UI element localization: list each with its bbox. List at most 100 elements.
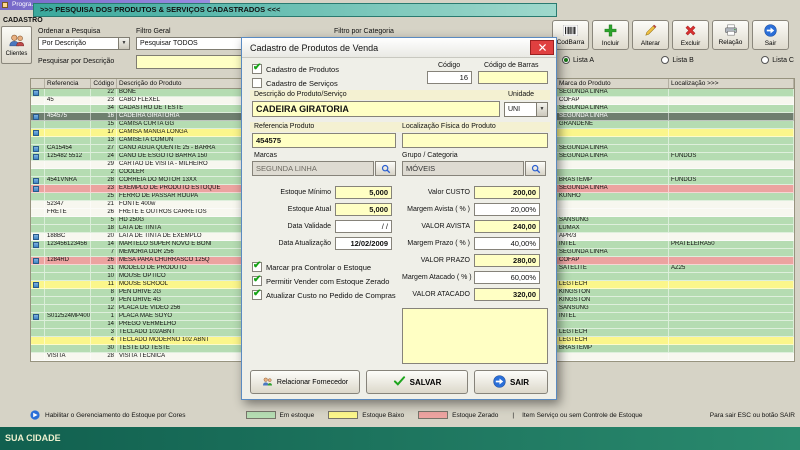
option-checkbox[interactable]: ✔ Atualizar Custo no Pedido de Compras (252, 288, 402, 302)
cell-codigo: 11 (91, 281, 117, 288)
price-value[interactable]: 40,00% (474, 237, 540, 250)
field-value[interactable]: 5,000 (335, 186, 392, 199)
codbarra-button[interactable]: CodBarra (552, 20, 589, 50)
grupo-search-button[interactable] (525, 161, 546, 176)
cell-marca: LUMAX (557, 225, 669, 232)
cell-referencia (45, 169, 91, 176)
cell-referencia (45, 121, 91, 128)
cell-codigo: 10 (91, 273, 117, 280)
checkbox-cadastro-produtos[interactable]: ✔ Cadastro de Produtos (252, 64, 339, 74)
header-codigo[interactable]: Código (91, 79, 117, 88)
product-icon (33, 186, 39, 192)
cell-codigo: 23 (91, 185, 117, 192)
alterar-button[interactable]: Alterar (632, 20, 669, 50)
cell-codigo: 30 (91, 345, 117, 352)
field-value[interactable]: 5,000 (335, 203, 392, 216)
salvar-button[interactable]: SALVAR (366, 370, 468, 394)
price-value[interactable]: 280,00 (474, 254, 540, 267)
price-value[interactable]: 60,00% (474, 271, 540, 284)
cell-codigo: 16 (91, 113, 117, 120)
relacao-button[interactable]: Relação (712, 20, 749, 50)
relacionar-fornecedor-button[interactable]: Relacionar Fornecedor (250, 370, 360, 394)
cell-codigo: 18 (91, 225, 117, 232)
cell-referencia: 454575 (45, 113, 91, 120)
cell-referencia: VISITA (45, 353, 91, 360)
product-icon (33, 258, 39, 264)
price-value[interactable]: 200,00 (474, 186, 540, 199)
localizacao-input[interactable] (402, 133, 548, 148)
grupo-input[interactable]: MÓVEIS (402, 161, 524, 176)
cell-referencia (45, 297, 91, 304)
cell-codigo: 8 (91, 289, 117, 296)
legend-bar: Habilitar o Gerenciamento do Estoque por… (30, 408, 795, 422)
header-referencia[interactable]: Referencia (45, 79, 91, 88)
cell-referencia: 52347 (45, 201, 91, 208)
cell-icon (31, 217, 45, 224)
referencia-input[interactable]: 454575 (252, 133, 396, 148)
option-label: Atualizar Custo no Pedido de Compras (266, 291, 396, 300)
categoria-label: Filtro por Categoria (334, 28, 394, 35)
cell-marca: COFAP (557, 97, 669, 104)
search-window-title: >>> PESQUISA DOS PRODUTOS & SERVIÇOS CAD… (40, 5, 280, 14)
descricao-label: Descrição do Produto/Serviço (254, 91, 347, 98)
sair-button[interactable]: Sair (752, 20, 789, 50)
cell-referencia: 188BC (45, 233, 91, 240)
cell-icon (31, 129, 45, 136)
cell-referencia: FRETE (45, 209, 91, 216)
add-icon (604, 24, 617, 39)
status-text: SUA CIDADE (5, 433, 61, 443)
cell-codigo: 24 (91, 153, 117, 160)
radio-lista-b[interactable]: Lista B (661, 56, 693, 64)
legend-toggle[interactable]: Habilitar o Gerenciamento do Estoque por… (45, 412, 186, 419)
cell-localizacao (669, 289, 794, 296)
chevron-down-icon[interactable]: ▼ (536, 103, 547, 116)
cell-localizacao (669, 193, 794, 200)
price-value[interactable]: 320,00 (474, 288, 540, 301)
codigo-barras-field[interactable] (478, 71, 548, 84)
option-checkbox[interactable]: ✔ Marcar pra Controlar o Estoque (252, 260, 402, 274)
cell-codigo: 2 (91, 169, 117, 176)
status-bar: SUA CIDADE (0, 427, 800, 450)
marcas-input[interactable]: SEGUNDA LINHA (252, 161, 374, 176)
chevron-down-icon[interactable]: ▼ (118, 38, 129, 49)
unidade-select[interactable]: UNI ▼ (504, 102, 548, 117)
cell-localizacao (669, 313, 794, 320)
delete-icon (684, 24, 697, 39)
search-window-titlebar: >>> PESQUISA DOS PRODUTOS & SERVIÇOS CAD… (33, 3, 557, 17)
option-checkbox[interactable]: ✔ Permitir Vender com Estoque Zerado (252, 274, 402, 288)
notes-area[interactable] (402, 308, 548, 364)
dialog-sair-button[interactable]: SAIR (474, 370, 548, 394)
cell-referencia (45, 105, 91, 112)
cell-referencia (45, 281, 91, 288)
localizacao-label: Localização Física do Produto (402, 123, 496, 130)
price-value[interactable]: 240,00 (474, 220, 540, 233)
ordenar-select[interactable]: Por Descrição ▼ (38, 37, 130, 50)
supplier-icon (262, 377, 273, 388)
price-row: VALOR ATACADO 320,00 (402, 286, 550, 303)
search-icon (531, 164, 541, 174)
close-icon[interactable] (530, 40, 554, 55)
cell-localizacao (669, 281, 794, 288)
header-marca[interactable]: Marca do Produto (557, 79, 669, 88)
clientes-button[interactable]: Clientes (1, 26, 32, 64)
marcas-search-button[interactable] (375, 161, 396, 176)
menu-cadastro[interactable]: CADASTRO (3, 17, 43, 24)
cell-marca (557, 201, 669, 208)
price-value[interactable]: 20,00% (474, 203, 540, 216)
cell-codigo: 26 (91, 209, 117, 216)
excluir-button[interactable]: Excluir (672, 20, 709, 50)
radio-lista-c[interactable]: Lista C (761, 56, 794, 64)
cell-marca (557, 353, 669, 360)
product-icon (33, 90, 39, 96)
field-value[interactable]: 12/02/2009 (335, 237, 392, 250)
checkbox-cadastro-servicos[interactable]: Cadastro de Serviços (252, 78, 338, 88)
descricao-input[interactable]: CADEIRA GIRATORIA (252, 101, 500, 117)
cell-icon (31, 97, 45, 104)
radio-icon (661, 56, 669, 64)
cell-marca: KUNHO (557, 193, 669, 200)
radio-lista-a[interactable]: Lista A (562, 56, 594, 64)
cadastro-produtos-label: Cadastro de Produtos (266, 65, 339, 74)
header-localizacao[interactable]: Localização >>> (669, 79, 794, 88)
incluir-button[interactable]: Incluir (592, 20, 629, 50)
field-value[interactable]: / / (335, 220, 392, 233)
